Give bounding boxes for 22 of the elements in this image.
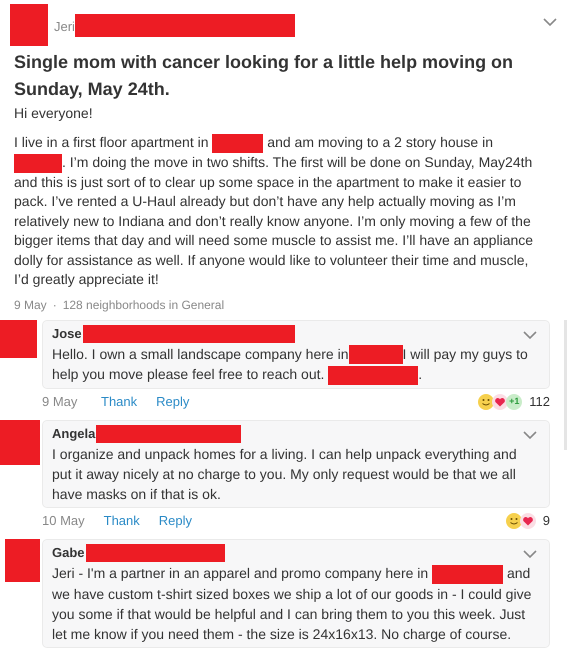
author-name[interactable]: Gabe: [52, 543, 85, 563]
separator: ·: [52, 296, 57, 314]
comment-date: 9 May: [42, 393, 78, 412]
author-name[interactable]: Angela: [52, 424, 96, 444]
audience-link[interactable]: 128 neighborhoods in General: [62, 296, 224, 314]
comment-text: Jeri - I'm a partner in an apparel and promo company here in and we have custom t-shirt sized boxes we ship a lot of our goods in - I could give you some if that would be helpful and I can bring them to you this week. Just let me know if you need them - the size is 24x16x13. No charge of course.: [52, 564, 532, 644]
post-text: I live in a first floor apartment in and am moving to a 2 story house in . I’m doing the move in two shifts. The first will be done on Sunday, May24th and this is just sort of to clear up some space in the apartment to make it easier to pack. I’ve rented a U-Haul already but don’t have any help actually moving as I’m relatively new to Indiana and don’t really know anyone. I’m only moving a few of the bigger items that day and will need some muscle to assist me. I’ll have an appliance dolly for assistance as well. If anyone would like to volunteer their time and muscle, I’d greatly appreciate it!: [14, 133, 534, 290]
action-link[interactable]: Reply: [158, 511, 192, 531]
comment-text: Hello. I own a small landscape company here in I will pay my guys to help you move please feel free to reach out. .: [52, 344, 539, 386]
post-text: Hi everyone!: [14, 104, 94, 123]
reaction-count: 112: [529, 393, 550, 412]
action-link[interactable]: Reply: [156, 392, 190, 412]
post-title: Single mom with cancer looking for a little help moving on Sunday, May 24th.: [14, 51, 514, 101]
author-name[interactable]: Jeri: [54, 16, 75, 36]
post-date: 9 May: [14, 296, 47, 314]
action-link[interactable]: Thank: [104, 511, 140, 531]
comment-text: I organize and unpack homes for a living. I can help unpack everything and put it away nicely at no charge to you. My only request would be that we all have masks on if that is ok.: [52, 445, 518, 504]
plus-one-badge[interactable]: +1: [506, 394, 522, 410]
comment-date: 10 May: [42, 512, 85, 530]
reaction-count: 9: [542, 512, 550, 530]
author-name[interactable]: Jose: [52, 324, 82, 344]
action-link[interactable]: Thank: [101, 392, 138, 412]
